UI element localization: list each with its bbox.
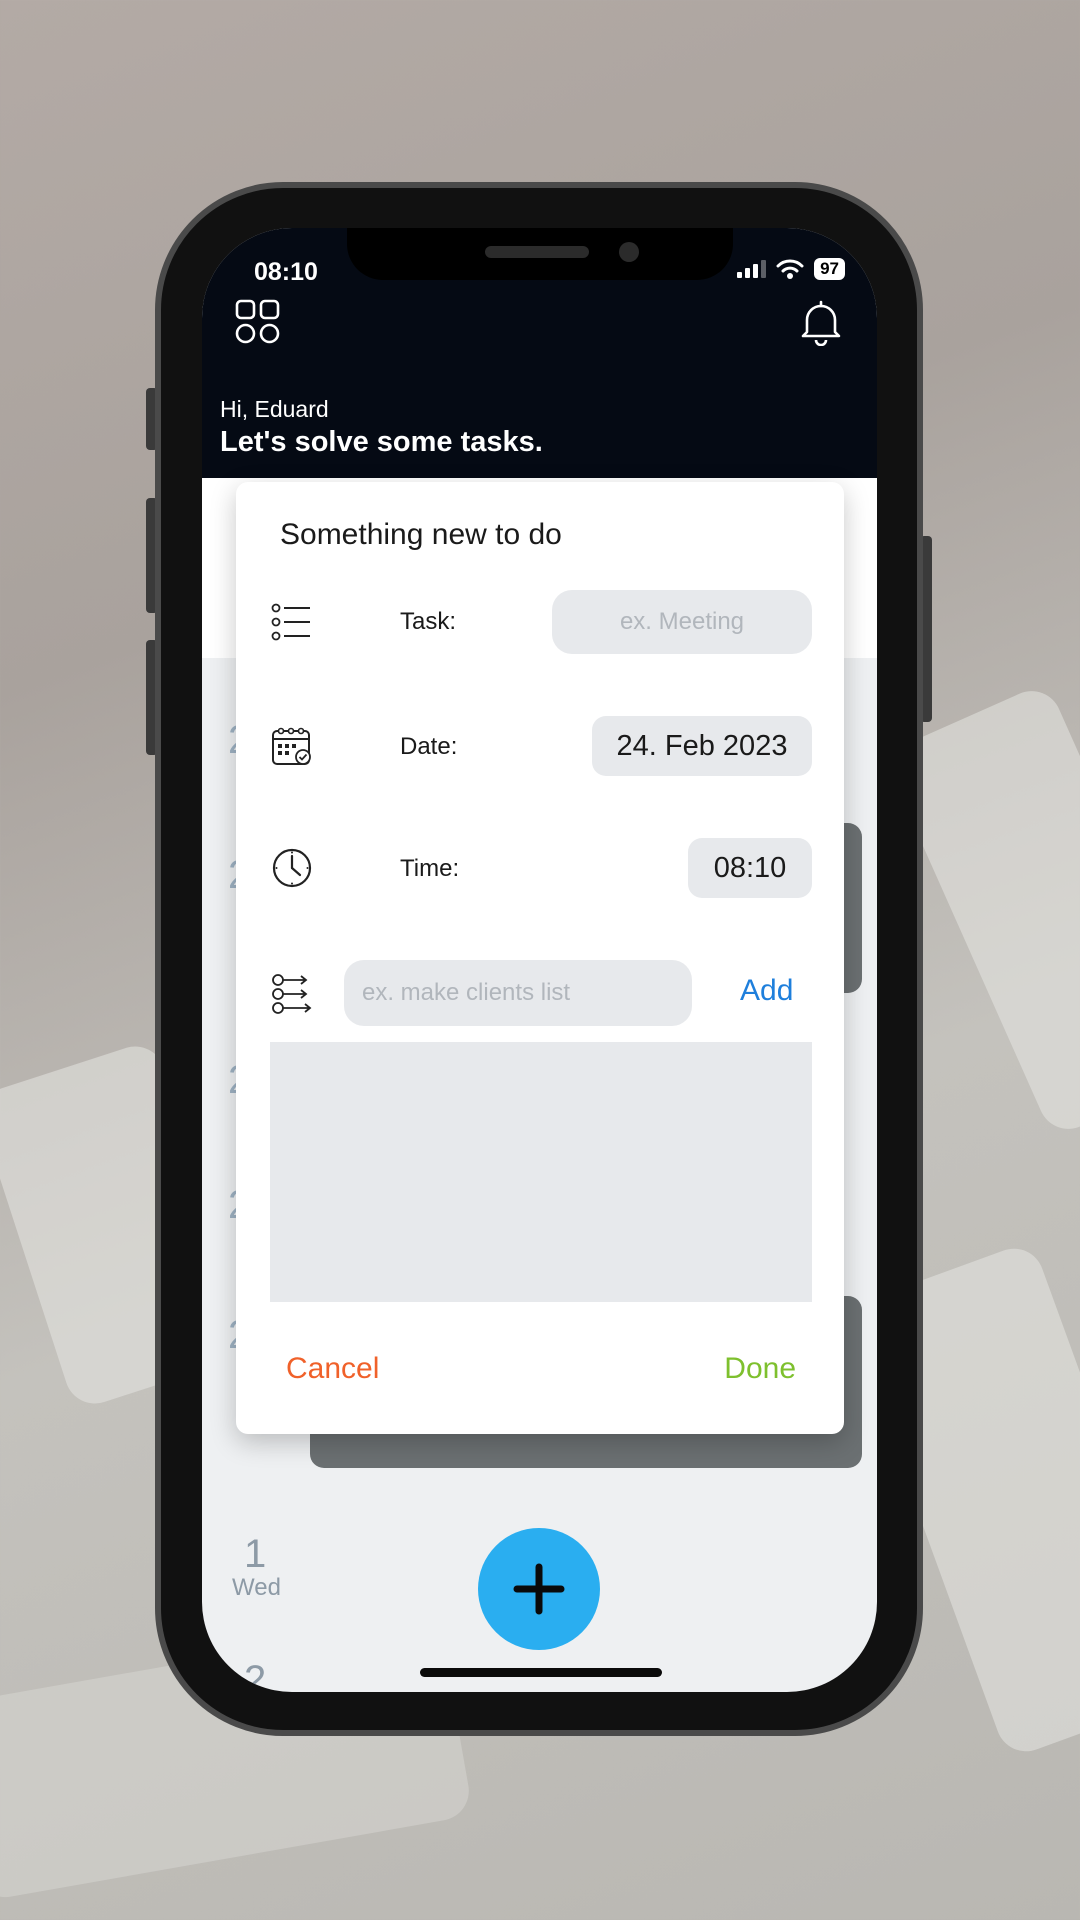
cancel-button[interactable]: Cancel (286, 1352, 379, 1386)
new-task-dialog: Something new to do Task: ex. Meeting Da… (236, 482, 844, 1434)
wifi-icon (776, 259, 804, 279)
home-indicator[interactable] (420, 1668, 662, 1677)
earpiece-speaker (485, 246, 589, 258)
task-label: Task: (400, 608, 457, 635)
day-name: Wed (232, 1574, 281, 1601)
status-time: 08:10 (254, 258, 318, 286)
add-task-button[interactable] (478, 1528, 600, 1650)
subtask-input[interactable]: ex. make clients list (344, 960, 692, 1026)
headline-text: Let's solve some tasks. (220, 426, 543, 458)
date-picker[interactable]: 24. Feb 2023 (592, 716, 812, 776)
add-subtask-button[interactable]: Add (740, 974, 793, 1008)
front-camera (619, 242, 639, 262)
subtask-list-icon (272, 974, 312, 1014)
plus-icon (513, 1563, 565, 1615)
phone-notch (347, 228, 733, 280)
phone-screen: 08:10 97 Hi, Eduard Let's solve some tas… (202, 228, 877, 1692)
subtask-list (270, 1042, 812, 1302)
bell-icon[interactable] (799, 298, 843, 346)
task-input[interactable]: ex. Meeting (552, 590, 812, 654)
day-number: 2 (244, 1658, 267, 1692)
time-picker[interactable]: 08:10 (688, 838, 812, 898)
status-icons: 97 (737, 258, 845, 280)
date-label: Date: (400, 733, 458, 760)
done-button[interactable]: Done (724, 1352, 796, 1386)
dialog-title: Something new to do (280, 518, 562, 551)
calendar-icon (272, 727, 311, 765)
grid-menu-icon[interactable] (234, 298, 282, 346)
battery-indicator: 97 (814, 258, 845, 280)
list-icon (271, 603, 310, 641)
greeting-text: Hi, Eduard (220, 396, 329, 422)
clock-icon (272, 848, 312, 888)
time-label: Time: (400, 855, 460, 882)
day-number: 1 (244, 1532, 267, 1576)
signal-icon (737, 260, 767, 278)
